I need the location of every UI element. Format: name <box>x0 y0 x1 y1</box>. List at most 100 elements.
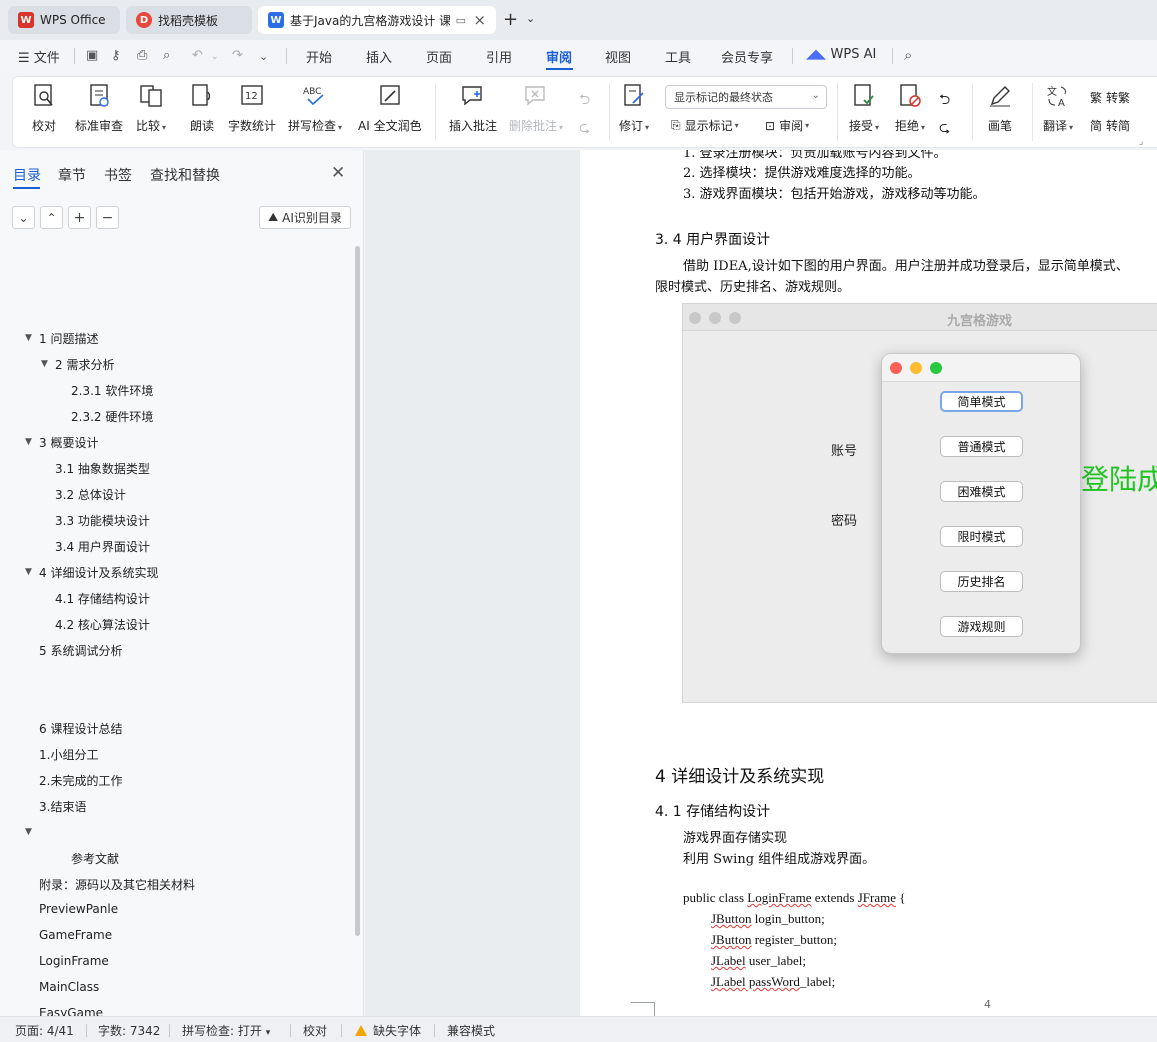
menu-tools[interactable]: 工具 <box>665 47 691 66</box>
nav-scrollbar[interactable] <box>355 246 360 936</box>
expand-arrow-icon[interactable]: ▼ <box>25 333 32 343</box>
convert-traditional-button[interactable]: 繁转繁 <box>1090 89 1130 106</box>
tab-find-replace[interactable]: 查找和替换 <box>150 165 220 185</box>
toc-item[interactable]: 3.1 抽象数据类型 <box>55 460 150 477</box>
toc-item[interactable]: 4 详细设计及系统实现 <box>39 564 158 581</box>
expand-arrow-icon[interactable]: ▼ <box>25 437 32 447</box>
page-indicator[interactable]: 页面: 4/41 <box>15 1022 74 1039</box>
toc-item[interactable]: 2.3.2 硬件环境 <box>71 408 153 425</box>
search-icon[interactable]: ⌕ <box>904 46 912 64</box>
toc-item[interactable]: 3.4 用户界面设计 <box>55 538 150 555</box>
divider <box>286 48 287 64</box>
compare-button[interactable]: 比较 ▾ <box>136 77 166 134</box>
convert-simplified-button[interactable]: 简转简 <box>1090 117 1130 134</box>
tab-chapters[interactable]: 章节 <box>58 165 86 185</box>
toc-item[interactable]: 2.未完成的工作 <box>39 772 122 789</box>
menu-review[interactable]: 审阅 <box>546 47 572 66</box>
new-tab-icon[interactable]: + <box>503 9 518 30</box>
toc-item[interactable]: GameFrame <box>39 928 112 942</box>
missing-font-status[interactable]: 缺失字体 <box>355 1022 421 1039</box>
pen-button[interactable]: 画笔 <box>987 77 1013 134</box>
toc-item[interactable]: 4.1 存储结构设计 <box>55 590 150 607</box>
document-page[interactable]: 1. 登录注册模块：负责加载账号内容到文件。 2. 选择模块：提供游戏难度选择的… <box>580 150 1157 1016</box>
menu-member[interactable]: 会员专享 <box>721 47 773 66</box>
tab-wps-office[interactable]: W WPS Office <box>8 6 120 34</box>
ai-recognize-toc-button[interactable]: ⛰ AI识别目录 <box>259 206 351 229</box>
menu-references[interactable]: 引用 <box>486 47 512 66</box>
toc-item[interactable]: 附录：源码以及其它相关材料 <box>39 876 195 893</box>
toc-item[interactable]: 3.3 功能模块设计 <box>55 512 150 529</box>
toc-item[interactable]: PreviewPanle <box>39 902 118 916</box>
print-preview-icon[interactable]: ⌕ <box>163 48 170 63</box>
accept-button[interactable]: 接受 ▾ <box>849 77 879 134</box>
next-comment-icon[interactable]: ⮎ <box>579 117 590 141</box>
close-icon[interactable]: ✕ <box>331 163 345 183</box>
proofread-button[interactable]: 校对 <box>31 77 57 134</box>
tab-document[interactable]: W 基于Java的九宫格游戏设计 课 ▭ × <box>258 6 496 34</box>
next-change-icon[interactable]: ⮎ <box>939 117 950 141</box>
read-aloud-button[interactable]: 朗读 <box>189 77 215 134</box>
standard-review-button[interactable]: 标准审查 <box>75 77 123 134</box>
delete-comment-button[interactable]: 删除批注 ▾ <box>509 77 563 134</box>
menu-page[interactable]: 页面 <box>426 47 452 66</box>
word-count-button[interactable]: 12 字数统计 <box>228 77 276 134</box>
toc-item[interactable]: 参考文献 <box>71 850 119 867</box>
undo-dropdown-icon[interactable]: ⌄ <box>211 52 219 62</box>
toc-item[interactable]: 3 概要设计 <box>39 434 98 451</box>
key-icon[interactable]: ⚷ <box>111 48 121 63</box>
toc-item[interactable]: MainClass <box>39 980 99 994</box>
menu-wps-ai[interactable]: ◢◣ WPS AI <box>806 47 876 62</box>
toc-item[interactable]: 2.3.1 软件环境 <box>71 382 153 399</box>
collapse-all-icon[interactable]: ⌄ <box>12 206 35 229</box>
toc-item[interactable]: 3.2 总体设计 <box>55 486 126 503</box>
ribbon-expand-icon[interactable]: ⌟ <box>1139 137 1143 147</box>
expand-arrow-icon[interactable]: ▼ <box>25 827 32 837</box>
toc-item[interactable]: 5 系统调试分析 <box>39 642 122 659</box>
toc-item[interactable]: 1 问题描述 <box>39 330 98 347</box>
menu-insert[interactable]: 插入 <box>366 47 392 66</box>
toc-item[interactable]: 6 课程设计总结 <box>39 720 122 737</box>
toc-item[interactable]: 1.小组分工 <box>39 746 98 763</box>
close-tab-icon[interactable]: × <box>473 11 486 29</box>
spell-check-button[interactable]: ABC 拼写检查 ▾ <box>288 77 342 134</box>
tab-bookmarks[interactable]: 书签 <box>104 165 132 185</box>
toc-item[interactable]: 4.2 核心算法设计 <box>55 616 150 633</box>
add-heading-icon[interactable]: + <box>68 206 91 229</box>
more-chevron-icon[interactable]: ⌄ <box>259 50 268 63</box>
review-pane-button[interactable]: ⊡ 审阅 ▾ <box>765 117 809 134</box>
expand-up-icon[interactable]: ⌃ <box>40 206 63 229</box>
reject-button[interactable]: 拒绝 ▾ <box>895 77 925 134</box>
menu-home[interactable]: 开始 <box>306 47 332 66</box>
hamburger-icon: ☰ <box>18 51 34 66</box>
tab-toc[interactable]: 目录 <box>13 165 41 185</box>
chevron-down-icon[interactable]: ⌄ <box>526 12 535 25</box>
previous-change-icon[interactable]: ⮌ <box>939 89 950 113</box>
toc-item[interactable]: 3.结束语 <box>39 798 86 815</box>
ai-polish-button[interactable]: AI 全文润色 <box>358 77 422 134</box>
word-count[interactable]: 字数: 7342 <box>98 1022 160 1039</box>
remove-heading-icon[interactable]: − <box>96 206 119 229</box>
expand-arrow-icon[interactable]: ▼ <box>25 567 32 577</box>
toc-item[interactable]: LoginFrame <box>39 954 109 968</box>
expand-arrow-icon[interactable]: ▼ <box>41 359 48 369</box>
print-icon[interactable]: ⎙ <box>137 48 147 63</box>
menu-view[interactable]: 视图 <box>605 47 631 66</box>
previous-comment-icon[interactable]: ⮌ <box>579 89 590 113</box>
divider <box>341 1024 342 1037</box>
redo-icon[interactable]: ↷ <box>232 48 243 63</box>
hard-mode-button: 困难模式 <box>940 481 1023 502</box>
proofread-status[interactable]: 校对 <box>303 1022 327 1039</box>
track-changes-button[interactable]: 修订 ▾ <box>619 77 649 134</box>
divider <box>434 1024 435 1037</box>
save-icon[interactable]: ▣ <box>86 48 98 63</box>
undo-icon[interactable]: ↶ <box>192 48 203 63</box>
translate-button[interactable]: 文A 翻译 ▾ <box>1043 77 1073 134</box>
window-control-icon <box>709 312 721 324</box>
tab-docer-templates[interactable]: D 找稻壳模板 <box>126 6 252 34</box>
spell-check-status[interactable]: 拼写检查: 打开 ▾ <box>182 1022 270 1039</box>
markup-state-select[interactable]: 显示标记的最终状态 ⌄ <box>665 85 827 109</box>
menu-file[interactable]: ☰ 文件 <box>18 47 60 66</box>
show-markup-button[interactable]: ⎘ 显示标记 ▾ <box>671 117 739 134</box>
toc-item[interactable]: 2 需求分析 <box>55 356 114 373</box>
insert-comment-button[interactable]: 插入批注 <box>449 77 497 134</box>
